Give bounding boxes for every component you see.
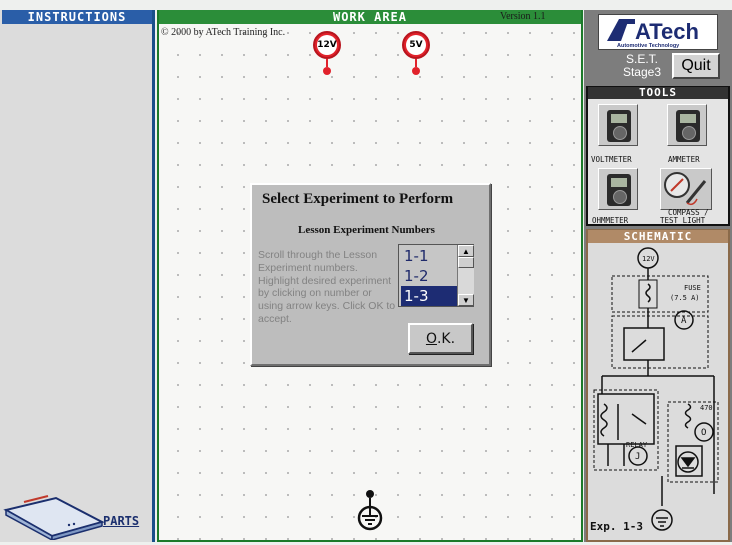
- scroll-down-icon[interactable]: ▼: [458, 294, 474, 306]
- dialog-subtitle: Lesson Experiment Numbers: [298, 224, 435, 236]
- version-label: Version 1.1: [500, 11, 546, 22]
- ok-label-rest: .K.: [436, 330, 456, 347]
- schematic-ammeter-label: A: [681, 316, 687, 326]
- logo-text: ATech: [635, 19, 699, 44]
- list-item-1-1[interactable]: 1-1: [401, 246, 457, 266]
- voltmeter-label: VOLTMETER: [591, 155, 632, 164]
- list-item-1-2[interactable]: 1-2: [401, 266, 457, 286]
- dialog-help-text: Scroll through the Lesson Experiment num…: [258, 249, 396, 325]
- scroll-thumb[interactable]: [458, 257, 474, 268]
- ground-icon[interactable]: [352, 488, 388, 532]
- schematic-relay-label: RELAY: [626, 441, 648, 449]
- ohmmeter-icon: [607, 174, 631, 206]
- instructions-panel: [0, 10, 155, 542]
- list-item-1-3[interactable]: 1-3: [401, 286, 457, 306]
- ammeter-label: AMMETER: [668, 155, 700, 164]
- dialog-title: Select Experiment to Perform: [262, 191, 454, 207]
- tools-header: TOOLS: [588, 87, 728, 99]
- instructions-header: INSTRUCTIONS: [2, 10, 152, 24]
- source-12v-label: 12V: [317, 35, 337, 55]
- source-12v[interactable]: 12V: [313, 31, 341, 75]
- source-5v[interactable]: 5V: [402, 31, 430, 75]
- schematic-diagram: 12V FUSE (7.5 A) A 470 O RELAY J: [593, 247, 719, 531]
- parts-label[interactable]: PARTS: [103, 514, 139, 528]
- scroll-up-icon[interactable]: ▲: [458, 245, 474, 257]
- atech-logo-icon: ATech Automotive Technology: [607, 19, 699, 49]
- compass-test-light-tool[interactable]: [660, 168, 712, 210]
- work-area-title: WORK AREA: [332, 10, 408, 24]
- ok-mnemonic: O: [425, 330, 437, 347]
- listbox-scrollbar[interactable]: ▲ ▼: [457, 245, 474, 306]
- logo-subtext: Automotive Technology: [617, 43, 680, 49]
- test-light-label: TEST LIGHT: [660, 216, 706, 225]
- set-line2: Stage3: [622, 65, 662, 79]
- atech-logo: ATech Automotive Technology: [598, 14, 718, 50]
- ohmmeter-label: OHMMETER: [592, 216, 629, 225]
- ammeter-icon: [676, 110, 700, 142]
- compass-test-light-icon: [664, 172, 707, 206]
- quit-button[interactable]: Quit: [672, 53, 720, 79]
- copyright-text: © 2000 by ATech Training Inc.: [161, 27, 286, 38]
- schematic-header: SCHEMATIC: [588, 230, 728, 243]
- voltmeter-tool[interactable]: [598, 104, 638, 146]
- schematic-resistor-label: 470: [700, 404, 713, 412]
- schematic-source-label: 12V: [642, 255, 655, 263]
- schematic-relay-j-label: J: [635, 452, 640, 462]
- experiment-label: Exp. 1-3: [590, 520, 643, 533]
- ammeter-tool[interactable]: [667, 104, 707, 146]
- schematic-fuse-label: FUSE: [684, 284, 701, 292]
- ohmmeter-tool[interactable]: [598, 168, 638, 210]
- schematic-fuse-rating: (7.5 A): [670, 294, 700, 302]
- ok-button[interactable]: O .K.: [408, 323, 473, 354]
- set-stage-label: S.E.T. Stage3: [620, 53, 664, 79]
- schematic-meter-o-label: O: [701, 428, 706, 438]
- voltmeter-icon: [607, 110, 631, 142]
- source-5v-label: 5V: [406, 35, 426, 55]
